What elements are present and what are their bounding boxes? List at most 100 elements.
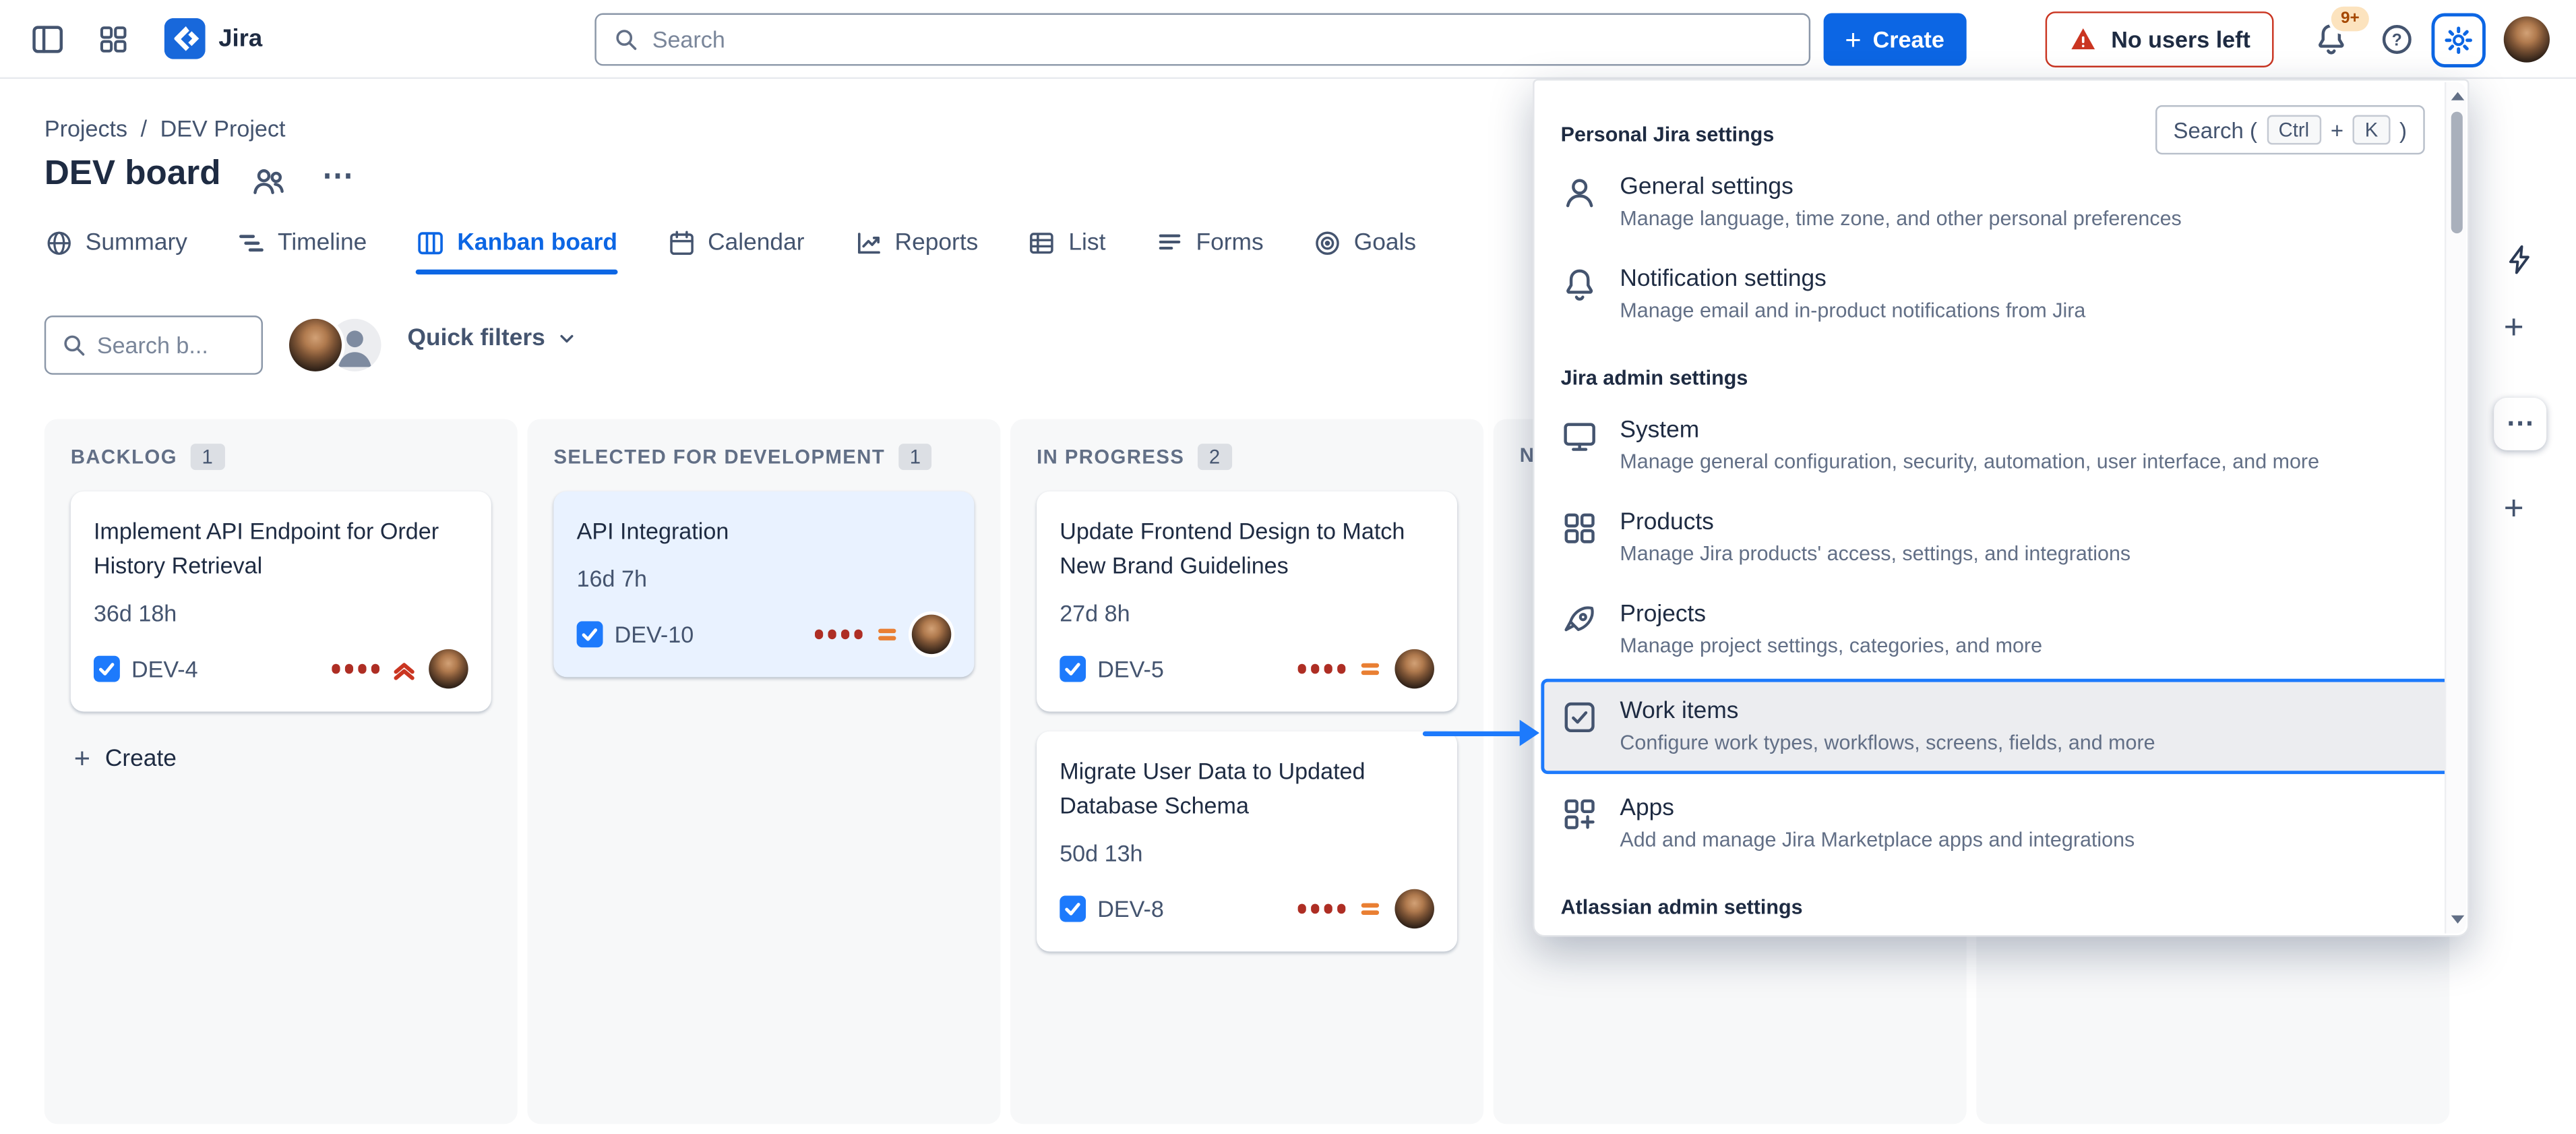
menu-item-title: Projects xyxy=(1620,598,2042,631)
menu-item-notification-settings[interactable]: Notification settings Manage email and i… xyxy=(1535,248,2468,340)
menu-item-work-items[interactable]: Work items Configure work types, workflo… xyxy=(1541,679,2461,774)
scrollbar-thumb[interactable] xyxy=(2451,112,2463,233)
card-title: Update Frontend Design to Match New Bran… xyxy=(1060,514,1434,583)
menu-item-title: Work items xyxy=(1620,695,2155,728)
quick-filters-button[interactable]: Quick filters xyxy=(408,326,578,352)
automation-button[interactable] xyxy=(2504,243,2537,276)
card-footer: DEV-4 xyxy=(94,649,468,689)
menu-item-title: General settings xyxy=(1620,171,2181,204)
tab-label: Kanban board xyxy=(457,230,617,256)
settings-search-button[interactable]: Search ( Ctrl + K ) xyxy=(2155,105,2425,154)
tab-label: Forms xyxy=(1196,230,1264,256)
quick-filters-label: Quick filters xyxy=(408,326,545,352)
jira-logo[interactable]: Jira xyxy=(164,18,263,59)
assignee-avatar[interactable] xyxy=(1394,889,1434,929)
add-view-button[interactable]: + xyxy=(2504,309,2524,349)
card-dev-8[interactable]: Migrate User Data to Updated Database Sc… xyxy=(1037,732,1457,952)
arrow-head xyxy=(1520,720,1539,746)
help-button[interactable]: ? xyxy=(2376,18,2418,61)
atlassian-admin-settings-section-header: Atlassian admin settings xyxy=(1535,869,2468,928)
annotation-arrow-icon xyxy=(1423,720,1541,746)
work-item-icon xyxy=(1561,698,1599,736)
menu-item-system[interactable]: System Manage general configuration, sec… xyxy=(1535,399,2468,491)
card-dev-5[interactable]: Update Frontend Design to Match New Bran… xyxy=(1037,491,1457,712)
column-name: SELECTED FOR DEVELOPMENT xyxy=(553,446,885,469)
scrollbar[interactable] xyxy=(2445,82,2466,934)
menu-item-general-settings[interactable]: General settings Manage language, time z… xyxy=(1535,156,2468,249)
assignee-avatar[interactable] xyxy=(429,649,468,689)
app-switcher-button[interactable] xyxy=(92,18,135,61)
board-options-button[interactable]: ⋯ xyxy=(2494,398,2546,450)
menu-item-apps[interactable]: Apps Add and manage Jira Marketplace app… xyxy=(1535,777,2468,870)
menu-item-projects[interactable]: Projects Manage project settings, catego… xyxy=(1535,583,2468,676)
menu-item-title: Apps xyxy=(1620,792,2135,825)
breadcrumb-projects-link[interactable]: Projects xyxy=(44,115,127,142)
assignee-avatar[interactable] xyxy=(912,615,952,655)
notification-badge: 9+ xyxy=(2331,7,2369,32)
collapse-sidebar-button[interactable] xyxy=(26,18,69,61)
more-icon: ⋯ xyxy=(2506,408,2534,441)
scroll-down-arrow-icon[interactable] xyxy=(2451,916,2465,924)
card-estimate: 50d 13h xyxy=(1060,840,1434,866)
estimate-dots xyxy=(814,630,863,638)
menu-item-desc: Manage general configuration, security, … xyxy=(1620,448,2319,476)
jira-logo-icon xyxy=(164,18,206,59)
calendar-icon xyxy=(667,229,696,258)
task-type-icon xyxy=(577,621,603,647)
card-dev-4[interactable]: Implement API Endpoint for Order History… xyxy=(71,491,491,712)
tab-label: Calendar xyxy=(708,230,804,256)
tab-goals[interactable]: Goals xyxy=(1313,229,1416,262)
task-type-icon xyxy=(1060,895,1086,922)
search-icon xyxy=(61,332,87,358)
column-create-label: Create xyxy=(105,745,177,771)
tab-list[interactable]: List xyxy=(1027,229,1105,262)
create-button[interactable]: + Create xyxy=(1824,13,1966,66)
list-icon xyxy=(1027,229,1057,258)
tab-kanban-board[interactable]: Kanban board xyxy=(416,229,617,262)
tab-forms[interactable]: Forms xyxy=(1155,229,1264,262)
board-collaborators-button[interactable] xyxy=(250,162,288,200)
jira-app-window: Jira + Create No users left 9+ ? xyxy=(0,0,2576,1134)
apps-icon xyxy=(1561,796,1599,833)
create-button-label: Create xyxy=(1873,26,1944,53)
user-avatar[interactable] xyxy=(2504,16,2550,62)
tab-reports[interactable]: Reports xyxy=(854,229,979,262)
tab-timeline[interactable]: Timeline xyxy=(237,229,367,262)
assignee-avatar[interactable] xyxy=(1394,649,1434,689)
menu-item-title: Products xyxy=(1620,506,2130,539)
tab-summary[interactable]: Summary xyxy=(44,229,187,262)
member-avatar[interactable] xyxy=(289,319,342,371)
breadcrumb-project-link[interactable]: DEV Project xyxy=(160,115,286,142)
notifications-button[interactable]: 9+ xyxy=(2310,18,2352,61)
board-more-actions-button[interactable]: ⋯ xyxy=(322,158,353,196)
card-title: API Integration xyxy=(577,514,952,549)
board-search[interactable] xyxy=(44,316,263,375)
estimate-dots xyxy=(1297,664,1345,673)
tab-calendar[interactable]: Calendar xyxy=(667,229,804,262)
task-type-icon xyxy=(94,656,120,682)
add-column-button[interactable]: + xyxy=(2504,489,2524,529)
scroll-up-arrow-icon[interactable] xyxy=(2451,92,2465,100)
jira-admin-settings-section-header: Jira admin settings xyxy=(1535,340,2468,400)
menu-item-products[interactable]: Products Manage Jira products' access, s… xyxy=(1535,491,2468,584)
chevron-down-icon xyxy=(555,327,578,350)
settings-button[interactable] xyxy=(2432,13,2486,67)
no-users-left-button[interactable]: No users left xyxy=(2046,11,2273,67)
arrow-line xyxy=(1423,730,1523,736)
priority-medium-icon xyxy=(1357,895,1383,922)
settings-dropdown-menu: Personal Jira settings Search ( Ctrl + K… xyxy=(1533,79,2469,936)
menu-item-desc: Manage project settings, categories, and… xyxy=(1620,632,2042,660)
menu-item-title: System xyxy=(1620,414,2319,447)
column-count-badge: 1 xyxy=(898,444,932,470)
card-dev-10[interactable]: API Integration 16d 7h DEV-10 xyxy=(553,491,974,677)
top-navigation-bar: Jira + Create No users left 9+ ? xyxy=(0,0,2576,79)
menu-item-desc: Configure work types, workflows, screens… xyxy=(1620,729,2155,757)
settings-search-suffix: ) xyxy=(2399,117,2407,142)
board-search-input[interactable] xyxy=(97,332,247,358)
card-estimate: 27d 8h xyxy=(1060,600,1434,626)
global-search[interactable] xyxy=(594,13,1810,66)
settings-search-prefix: Search ( xyxy=(2174,117,2257,142)
page-title: DEV board xyxy=(44,154,221,194)
global-search-input[interactable] xyxy=(652,26,1793,53)
column-create-button[interactable]: + Create xyxy=(44,728,206,789)
